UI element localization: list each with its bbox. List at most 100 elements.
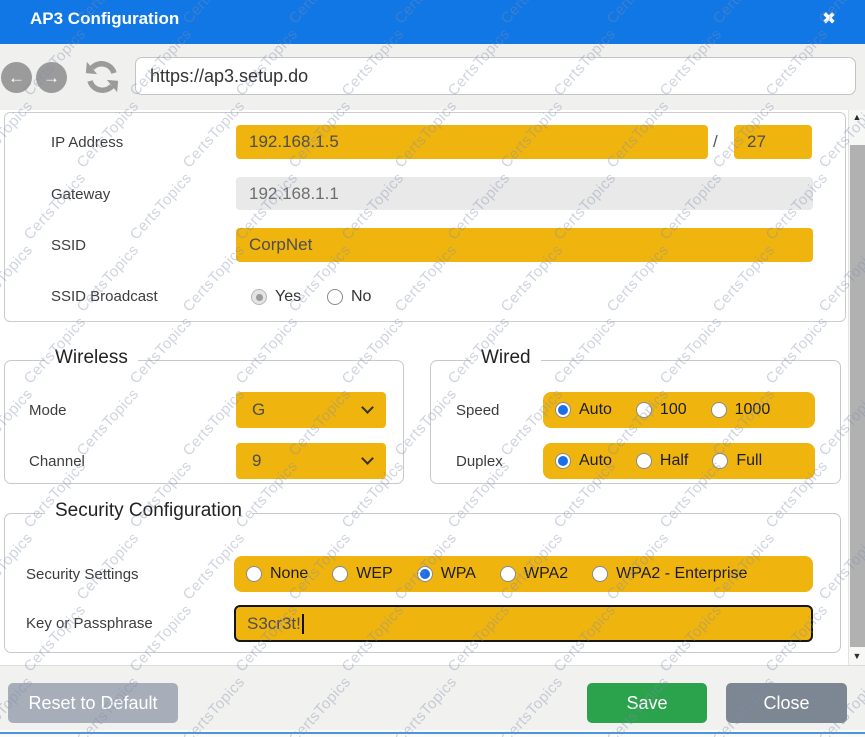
scroll-down-icon[interactable]: ▼ [849,649,865,663]
radio-dot [558,456,568,466]
security-wpa2-enterprise-label: WPA2 - Enterprise [616,565,747,583]
security-none-radio[interactable] [246,566,262,582]
channel-selected-value: 9 [252,451,261,471]
duplex-radio-group: Auto Half Full [543,443,815,479]
mode-label: Mode [29,402,67,419]
radio-dot [715,456,725,466]
channel-select[interactable]: 9 [236,443,386,479]
duplex-full-radio[interactable] [712,453,728,469]
chevron-down-icon [361,401,374,414]
radio-dot [558,405,568,415]
close-icon[interactable]: ✖ [816,6,842,32]
security-fieldset: Security Configuration Security Settings… [4,513,841,653]
security-wpa2-radio[interactable] [500,566,516,582]
security-option-none[interactable]: None [246,565,308,583]
speed-option-1000[interactable]: 1000 [711,401,771,419]
security-wep-label: WEP [356,565,392,583]
speed-option-auto[interactable]: Auto [555,401,612,419]
wired-legend: Wired [471,347,541,369]
gateway-label: Gateway [51,186,110,203]
security-option-wpa2[interactable]: WPA2 [500,565,568,583]
key-passphrase-value: S3cr3t! [247,614,301,634]
chevron-down-icon [361,452,374,465]
security-option-wpa[interactable]: WPA [417,565,476,583]
security-wpa2-label: WPA2 [524,565,568,583]
duplex-auto-label: Auto [579,452,612,470]
security-wpa2-enterprise-radio[interactable] [592,566,608,582]
radio-dot [420,569,430,579]
ssid-broadcast-no-label: No [351,288,371,306]
ssid-broadcast-yes-radio[interactable] [251,289,267,305]
close-button[interactable]: Close [726,683,847,723]
security-option-wpa2-enterprise[interactable]: WPA2 - Enterprise [592,565,747,583]
basic-settings-panel: IP Address 192.168.1.5 / 27 Gateway 192.… [4,112,846,322]
security-wpa-label: WPA [441,565,476,583]
duplex-option-auto[interactable]: Auto [555,452,612,470]
duplex-option-half[interactable]: Half [636,452,688,470]
security-legend: Security Configuration [45,500,252,522]
radio-dot [639,405,649,415]
save-button[interactable]: Save [587,683,707,723]
ip-address-input[interactable]: 192.168.1.5 [236,125,708,159]
url-input[interactable]: https://ap3.setup.do [135,57,856,95]
cidr-prefix-input[interactable]: 27 [734,125,812,159]
background-window-border [0,732,865,734]
key-passphrase-label: Key or Passphrase [26,615,153,632]
speed-1000-label: 1000 [735,401,771,419]
speed-1000-radio[interactable] [711,402,727,418]
speed-radio-group: Auto 100 1000 [543,392,815,428]
speed-100-radio[interactable] [636,402,652,418]
duplex-label: Duplex [456,453,503,470]
refresh-icon [84,59,120,95]
forward-arrow-icon: → [43,68,60,88]
radio-dot [330,292,340,302]
ap3-configuration-dialog: AP3 Configuration ✖ ← → https://ap3.setu… [0,0,865,737]
radio-dot [639,456,649,466]
refresh-button[interactable] [84,59,120,95]
duplex-full-label: Full [736,452,762,470]
back-button[interactable]: ← [1,62,32,93]
ssid-broadcast-label: SSID Broadcast [51,288,158,305]
security-none-label: None [270,565,308,583]
scroll-up-icon[interactable]: ▲ [849,110,865,124]
radio-dot [714,405,724,415]
duplex-option-full[interactable]: Full [712,452,762,470]
dialog-titlebar: AP3 Configuration ✖ [0,0,865,44]
wired-fieldset: Wired Speed Auto 100 1000 Duplex [430,360,841,484]
security-wep-radio[interactable] [332,566,348,582]
key-passphrase-input[interactable]: S3cr3t! [234,605,813,642]
speed-label: Speed [456,402,499,419]
radio-dot [595,569,605,579]
text-caret [302,614,304,634]
reset-to-default-button[interactable]: Reset to Default [8,683,178,723]
forward-button[interactable]: → [36,62,67,93]
dialog-title: AP3 Configuration [30,9,179,29]
cidr-separator: / [713,132,718,152]
mode-select[interactable]: G [236,392,386,428]
radio-dot [256,294,263,301]
ip-address-label: IP Address [51,134,123,151]
duplex-half-label: Half [660,452,688,470]
scrollbar-thumb[interactable] [850,145,865,647]
security-option-wep[interactable]: WEP [332,565,392,583]
security-settings-label: Security Settings [26,566,139,583]
duplex-half-radio[interactable] [636,453,652,469]
ssid-label: SSID [51,237,86,254]
duplex-auto-radio[interactable] [555,453,571,469]
speed-option-100[interactable]: 100 [636,401,687,419]
dialog-content: IP Address 192.168.1.5 / 27 Gateway 192.… [0,110,865,665]
gateway-input: 192.168.1.1 [236,177,813,210]
security-wpa-radio[interactable] [417,566,433,582]
back-arrow-icon: ← [8,68,25,88]
radio-dot [503,569,513,579]
speed-auto-radio[interactable] [555,402,571,418]
wireless-fieldset: Wireless Mode G Channel 9 [4,360,404,484]
security-settings-radio-group: None WEP WPA WPA2 WPA2 - Enterprise [234,556,813,592]
ssid-input[interactable]: CorpNet [236,228,813,262]
vertical-scrollbar[interactable]: ▲ ▼ [848,110,865,665]
channel-label: Channel [29,453,85,470]
radio-dot [249,569,259,579]
dialog-footer: Reset to Default Save Close [0,665,865,730]
ssid-broadcast-no-radio[interactable] [327,289,343,305]
wireless-legend: Wireless [45,347,138,369]
